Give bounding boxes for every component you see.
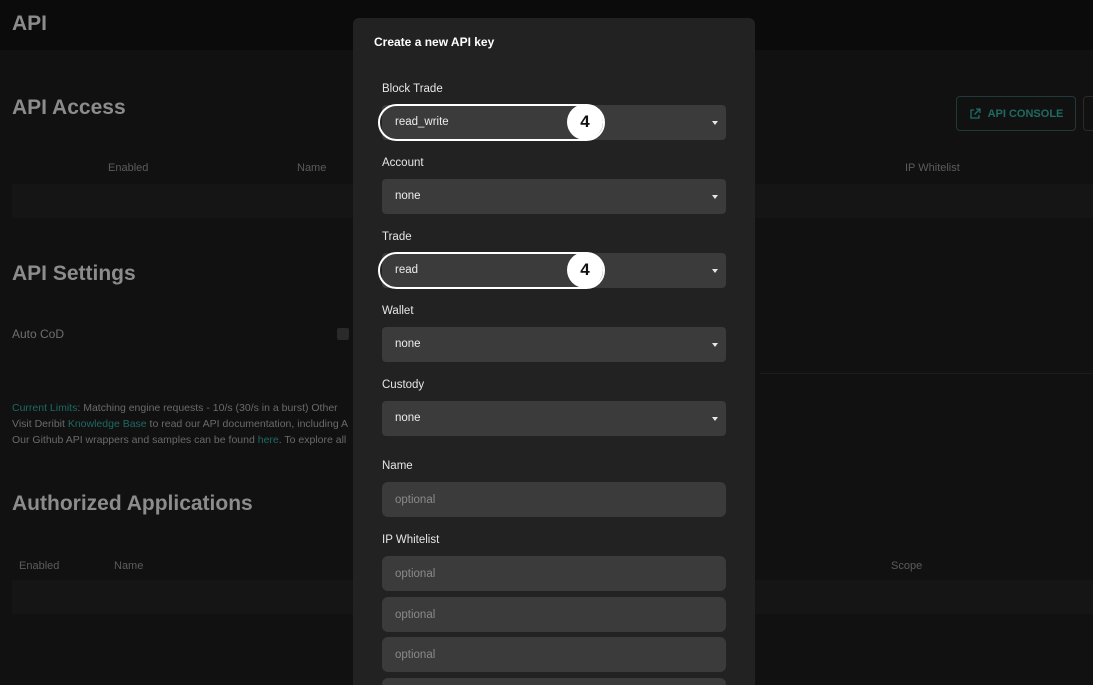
caret-down-icon — [712, 269, 718, 273]
api-console-button[interactable]: API CONSOLE — [956, 96, 1076, 131]
caret-down-icon — [712, 195, 718, 199]
step-badge: 4 — [567, 252, 603, 288]
authorized-apps-title: Authorized Applications — [12, 492, 253, 515]
col-name: Name — [297, 162, 327, 174]
step-badge: 4 — [567, 104, 603, 140]
wallet-label: Wallet — [382, 305, 414, 317]
more-button[interactable] — [1083, 96, 1093, 131]
info-line2-post: to read our API documentation, including… — [146, 418, 349, 430]
current-limits-link[interactable]: Current Limits — [12, 402, 77, 414]
info-line3-post: . To explore all — [278, 434, 347, 446]
api-settings-title: API Settings — [12, 262, 136, 285]
github-here-link[interactable]: here — [258, 434, 279, 446]
col-ip-whitelist: IP Whitelist — [905, 162, 960, 174]
apps-col-name: Name — [114, 560, 144, 572]
create-api-key-modal: Create a new API key Block Trade read_wr… — [353, 18, 755, 685]
api-access-title: API Access — [12, 96, 126, 119]
account-value: none — [395, 190, 421, 202]
api-console-label: API CONSOLE — [987, 107, 1064, 120]
ip-whitelist-input[interactable] — [382, 637, 726, 672]
caret-down-icon — [712, 343, 718, 347]
trade-label: Trade — [382, 231, 412, 243]
name-label: Name — [382, 460, 413, 472]
knowledge-base-link[interactable]: Knowledge Base — [68, 418, 147, 430]
caret-down-icon — [712, 417, 718, 421]
apps-col-enabled: Enabled — [19, 560, 60, 572]
page-title: API — [12, 12, 48, 35]
ip-whitelist-input[interactable] — [382, 678, 726, 685]
wallet-value: none — [395, 338, 421, 350]
ip-whitelist-input[interactable] — [382, 556, 726, 591]
caret-down-icon — [712, 121, 718, 125]
custody-select[interactable]: none — [382, 401, 726, 436]
external-link-icon — [969, 107, 981, 119]
custody-label: Custody — [382, 379, 425, 391]
custody-value: none — [395, 412, 421, 424]
auto-cod-label: Auto CoD — [12, 327, 65, 341]
wallet-select[interactable]: none — [382, 327, 726, 362]
ip-whitelist-input[interactable] — [382, 597, 726, 632]
modal-title: Create a new API key — [374, 35, 495, 49]
name-input[interactable] — [382, 482, 726, 517]
info-line3-pre: Our Github API wrappers and samples can … — [12, 434, 258, 446]
block-trade-label: Block Trade — [382, 83, 443, 95]
apps-col-scope: Scope — [891, 560, 923, 572]
account-select[interactable]: none — [382, 179, 726, 214]
auto-cod-checkbox[interactable] — [337, 328, 349, 340]
info-block: Current Limits: Matching engine requests… — [12, 400, 352, 448]
info-line2-pre: Visit Deribit — [12, 418, 68, 430]
ip-whitelist-label: IP Whitelist — [382, 534, 440, 546]
divider — [760, 373, 1093, 374]
info-line1: : Matching engine requests - 10/s (30/s … — [77, 402, 338, 414]
account-label: Account — [382, 157, 424, 169]
col-enabled: Enabled — [108, 162, 149, 174]
